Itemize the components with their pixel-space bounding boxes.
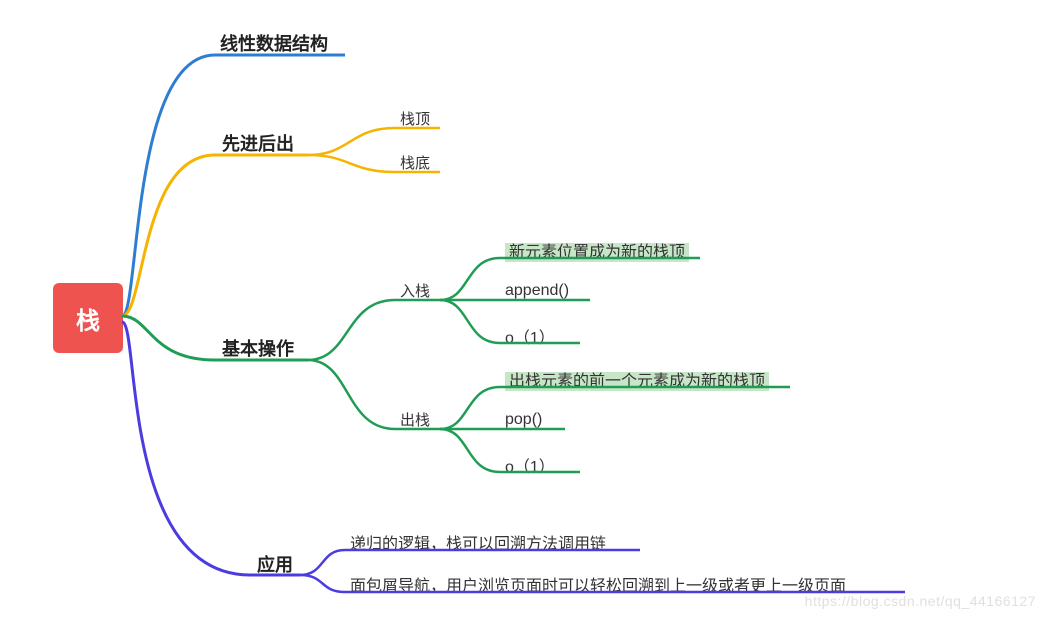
- branch-filo[interactable]: 先进后出: [222, 130, 294, 156]
- root-node[interactable]: 栈: [53, 283, 123, 353]
- ops-push-desc[interactable]: 新元素位置成为新的栈顶: [505, 238, 689, 262]
- root-label: 栈: [76, 301, 100, 336]
- filo-bottom[interactable]: 栈底: [400, 152, 430, 173]
- ops-push-label[interactable]: 入栈: [400, 280, 430, 301]
- ops-pop-fn[interactable]: pop(): [505, 411, 542, 429]
- app-breadcrumb[interactable]: 面包屑导航，用户浏览页面时可以轻松回溯到上一级或者更上一级页面: [350, 572, 846, 596]
- branch-linear[interactable]: 线性数据结构: [220, 30, 328, 56]
- ops-push-fn[interactable]: append(): [505, 282, 569, 300]
- branch-basic-ops[interactable]: 基本操作: [222, 335, 294, 361]
- filo-top[interactable]: 栈顶: [400, 108, 430, 129]
- ops-pop-label[interactable]: 出栈: [400, 409, 430, 430]
- watermark: https://blog.csdn.net/qq_44166127: [805, 593, 1036, 609]
- ops-pop-desc[interactable]: 出栈元素的前一个元素成为新的栈顶: [505, 367, 769, 391]
- ops-pop-big-o[interactable]: o（1）: [505, 453, 555, 477]
- ops-push-big-o[interactable]: o（1）: [505, 324, 555, 348]
- branch-app[interactable]: 应用: [257, 551, 293, 577]
- mindmap-connectors: [0, 0, 1054, 619]
- app-recursion[interactable]: 递归的逻辑，栈可以回溯方法调用链: [350, 530, 606, 554]
